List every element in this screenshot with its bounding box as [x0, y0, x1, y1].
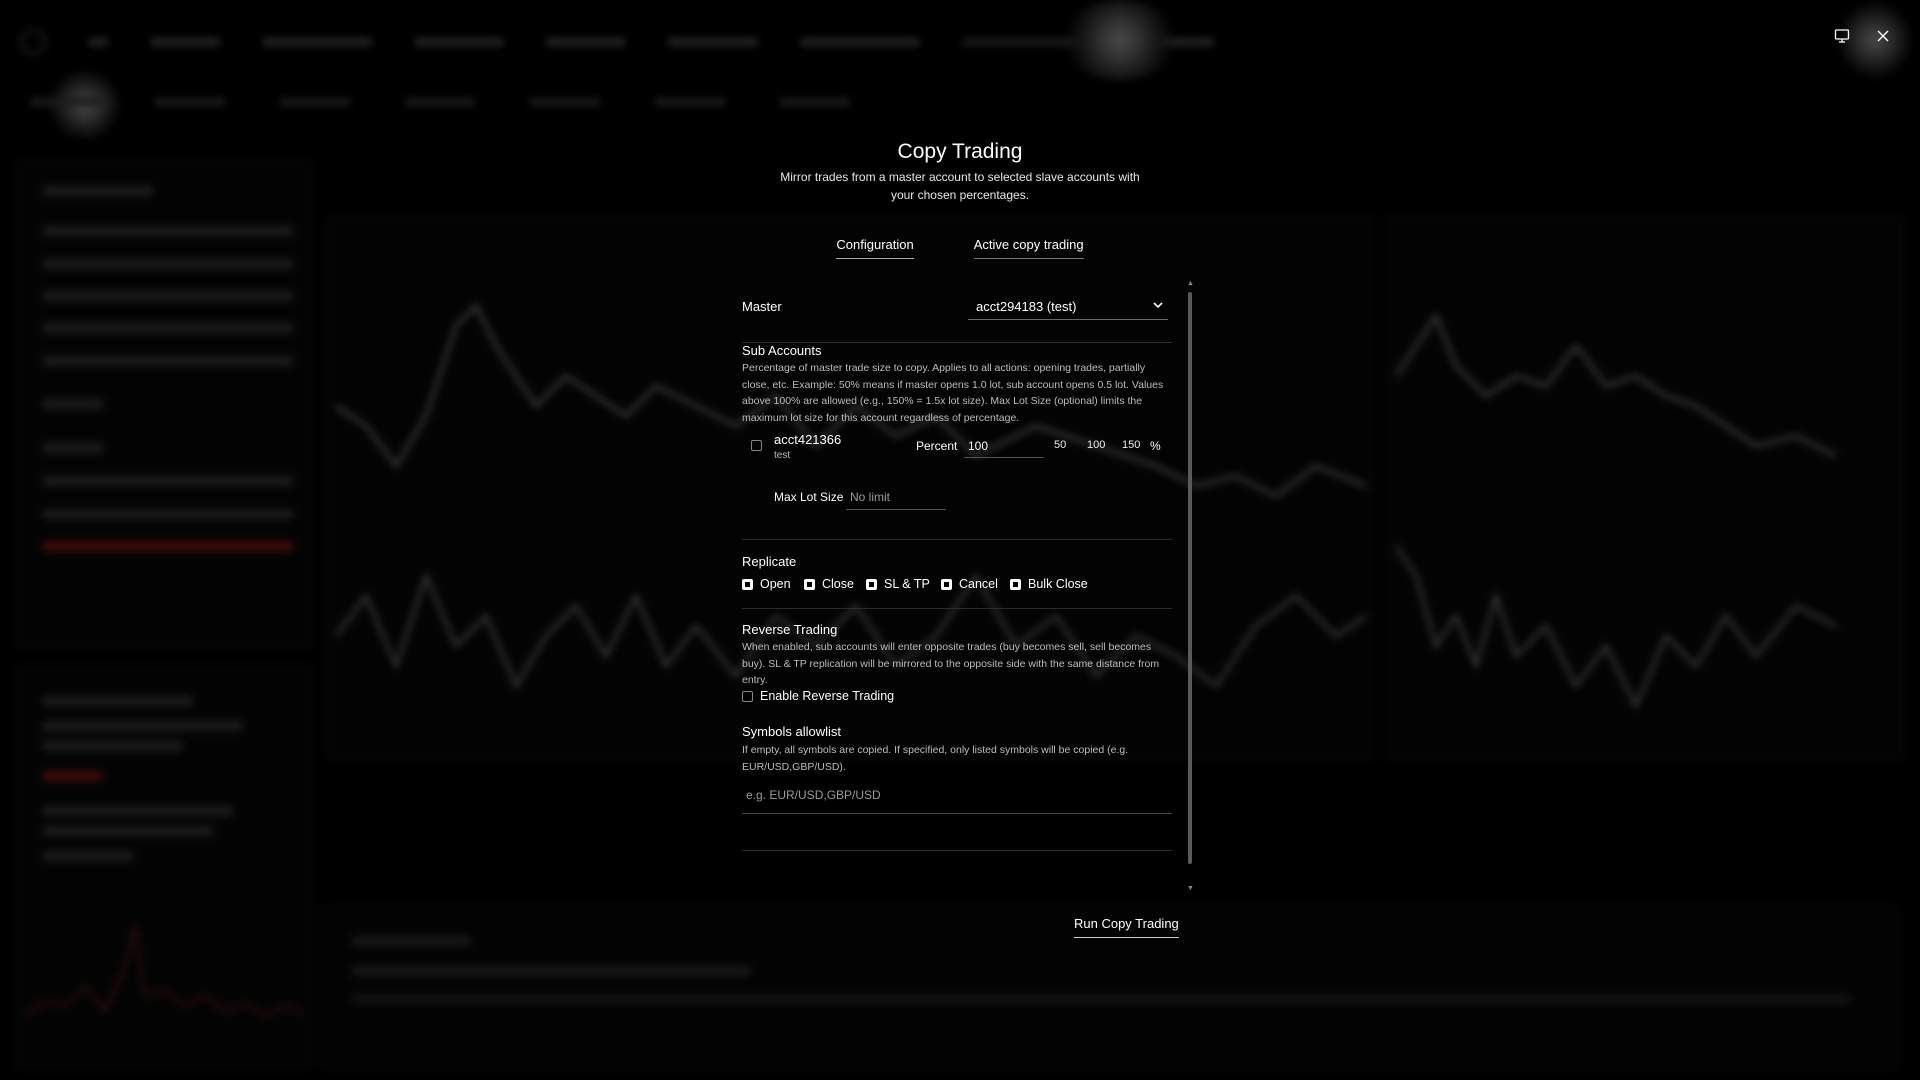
enable-reverse-trading-checkbox[interactable] — [742, 691, 753, 702]
master-label: Master — [742, 299, 782, 314]
tab-configuration[interactable]: Configuration — [836, 237, 914, 259]
preset-50-button[interactable]: 50 — [1054, 439, 1066, 451]
bg-chart-panel-right — [1385, 215, 1905, 760]
monitor-icon[interactable] — [1834, 28, 1850, 44]
symbols-allowlist-label: Symbols allowlist — [742, 724, 841, 739]
reverse-trading-label: Reverse Trading — [742, 622, 838, 637]
divider — [742, 608, 1172, 609]
scroll-down-icon[interactable]: ▼ — [1187, 885, 1194, 892]
scroll-up-icon[interactable]: ▲ — [1187, 280, 1194, 287]
tab-active-copy-trading-label: Active copy trading — [973, 237, 1084, 259]
copy-trading-modal: Copy Trading Mirror trades from a master… — [700, 130, 1220, 950]
divider — [742, 850, 1172, 851]
enable-reverse-trading-option[interactable]: Enable Reverse Trading — [742, 689, 942, 705]
bg-top-navigation — [0, 20, 1920, 64]
sub-accounts-label: Sub Accounts — [742, 343, 822, 358]
master-select-value: acct294183 (test) — [976, 299, 1077, 314]
percent-sign: % — [1150, 439, 1161, 453]
max-lot-placeholder: No limit — [850, 490, 891, 504]
sub-account-tag: test — [774, 450, 791, 461]
replicate-open-label: Open — [760, 577, 791, 591]
percent-label: Percent — [916, 439, 958, 453]
bg-watchlist-panel — [14, 160, 314, 650]
run-copy-trading-button[interactable]: Run Copy Trading — [1074, 916, 1179, 938]
preset-150-button[interactable]: 150 — [1122, 439, 1140, 451]
tab-active-copy-trading[interactable]: Active copy trading — [973, 237, 1084, 259]
enable-reverse-trading-label: Enable Reverse Trading — [760, 689, 895, 703]
tab-bar: Configuration Active copy trading — [700, 237, 1220, 259]
replicate-sltp-label: SL & TP — [884, 577, 930, 591]
bg-logo — [20, 29, 46, 55]
bg-account-stats — [30, 92, 850, 106]
replicate-cancel-checkbox[interactable] — [941, 579, 952, 590]
symbols-allowlist-input[interactable] — [746, 788, 1166, 802]
bg-news-panel — [14, 665, 314, 1070]
percent-input[interactable]: 100 — [964, 432, 1044, 458]
replicate-bulk-close-checkbox[interactable] — [1010, 579, 1021, 590]
modal-subtitle: Mirror trades from a master account to s… — [780, 170, 1140, 202]
replicate-bulk-close-label: Bulk Close — [1028, 577, 1088, 591]
close-icon[interactable] — [1875, 28, 1891, 44]
replicate-label: Replicate — [742, 554, 797, 569]
chevron-down-icon — [1153, 302, 1163, 309]
percent-input-value: 100 — [968, 439, 989, 453]
replicate-cancel-label: Cancel — [959, 577, 998, 591]
max-lot-row: Max Lot Size No limit — [742, 484, 1172, 514]
sub-accounts-description: Percentage of master trade size to copy.… — [742, 362, 1164, 424]
config-scroll-area[interactable]: Master acct294183 (test) Sub Accounts Pe… — [742, 290, 1172, 910]
replicate-open-checkbox[interactable] — [742, 579, 753, 590]
symbols-allowlist-description: If empty, all symbols are copied. If spe… — [742, 744, 1129, 773]
scrollbar[interactable]: ▲ ▼ — [1186, 280, 1194, 892]
scrollbar-thumb[interactable] — [1188, 292, 1192, 864]
master-select[interactable]: acct294183 (test) — [968, 290, 1168, 320]
replicate-options: Open Close SL & TP Cancel Bulk Close — [742, 577, 1172, 595]
master-row: Master acct294183 (test) — [742, 290, 1172, 324]
sub-account-name: acct421366 — [774, 432, 842, 447]
symbols-allowlist-field — [742, 780, 1172, 814]
replicate-sltp-checkbox[interactable] — [866, 579, 877, 590]
reverse-trading-description: When enabled, sub accounts will enter op… — [742, 641, 1160, 686]
divider — [742, 539, 1172, 540]
sub-account-checkbox[interactable] — [751, 440, 762, 451]
max-lot-label: Max Lot Size — [774, 490, 844, 504]
sub-account-row: acct421366 test Percent 100 50 100 150 % — [742, 430, 1172, 480]
max-lot-input[interactable]: No limit — [846, 484, 946, 510]
replicate-close-checkbox[interactable] — [804, 579, 815, 590]
modal-title: Copy Trading — [897, 140, 1023, 163]
preset-100-button[interactable]: 100 — [1087, 439, 1105, 451]
replicate-close-label: Close — [822, 577, 854, 591]
